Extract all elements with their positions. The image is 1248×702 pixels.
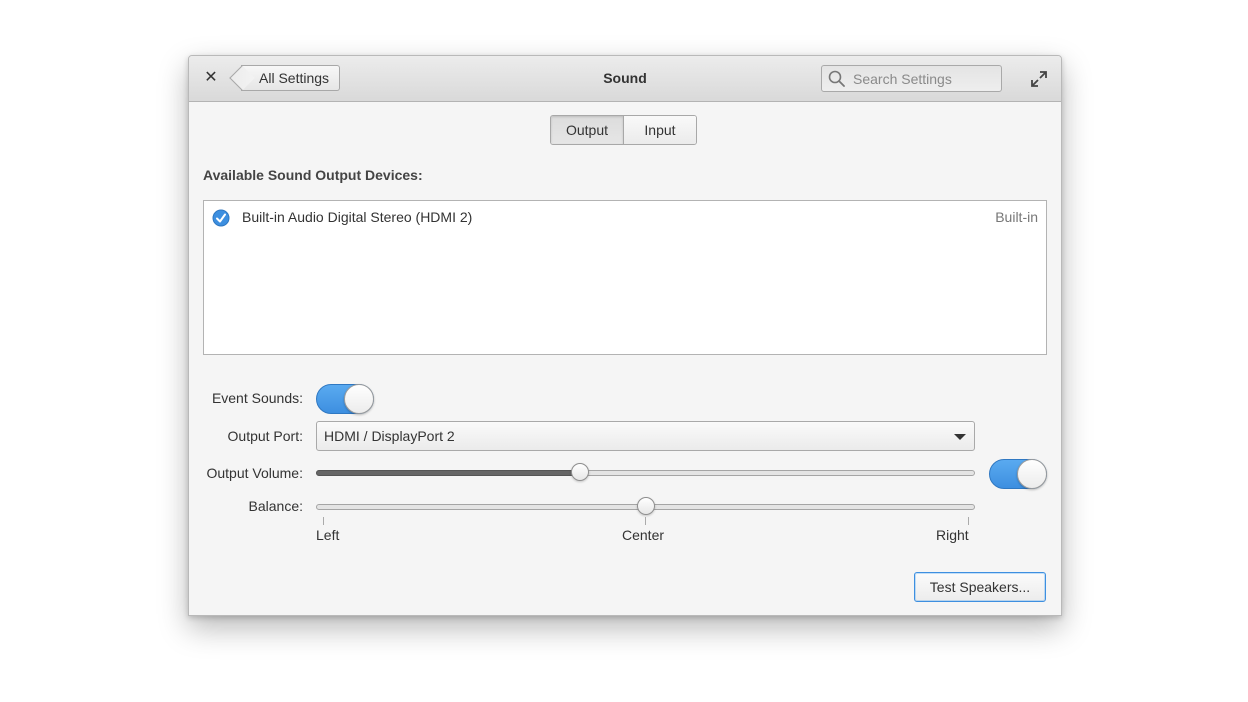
balance-mark-left: Left [316, 527, 340, 543]
output-port-value: HDMI / DisplayPort 2 [324, 428, 455, 444]
search-icon [828, 70, 845, 87]
balance-mark-center: Center [622, 527, 665, 543]
event-sounds-label: Event Sounds: [211, 390, 303, 406]
devices-header: Available Sound Output Devices: [203, 167, 423, 183]
output-port-dropdown[interactable]: HDMI / DisplayPort 2 [316, 421, 975, 451]
tab-output[interactable]: Output [551, 116, 623, 144]
output-volume-toggle[interactable] [989, 459, 1047, 489]
tab-input[interactable]: Input [624, 116, 696, 144]
output-volume-label: Output Volume: [206, 465, 303, 481]
slider-fill [316, 470, 582, 476]
sound-settings-window: ✕ All Settings Sound Output Input Availa… [188, 55, 1062, 616]
balance-slider[interactable] [316, 497, 975, 517]
device-name: Built-in Audio Digital Stereo (HDMI 2) [242, 209, 473, 225]
test-speakers-button[interactable]: Test Speakers... [914, 572, 1046, 602]
maximize-icon[interactable] [1029, 69, 1049, 89]
event-sounds-toggle[interactable] [316, 384, 374, 414]
titlebar: ✕ All Settings Sound [189, 56, 1061, 102]
slider-handle[interactable] [570, 463, 589, 481]
output-volume-slider[interactable] [316, 463, 975, 483]
list-item[interactable]: Built-in Audio Digital Stereo (HDMI 2) B… [204, 201, 1046, 235]
balance-label: Balance: [248, 498, 303, 514]
search-input[interactable] [853, 70, 993, 87]
output-input-switcher: Output Input [550, 115, 697, 145]
device-list: Built-in Audio Digital Stereo (HDMI 2) B… [203, 200, 1047, 355]
balance-tick-center [645, 517, 646, 525]
balance-mark-right: Right [936, 527, 969, 543]
toggle-knob [1017, 459, 1047, 489]
checkmark-icon [212, 209, 230, 227]
output-port-label: Output Port: [227, 428, 303, 444]
toggle-knob [344, 384, 374, 414]
device-tag: Built-in [995, 209, 1038, 225]
search-field[interactable] [821, 65, 1002, 92]
slider-handle[interactable] [636, 497, 655, 515]
chevron-down-icon [954, 434, 966, 440]
balance-tick-right [968, 517, 969, 525]
balance-tick-left [323, 517, 324, 525]
